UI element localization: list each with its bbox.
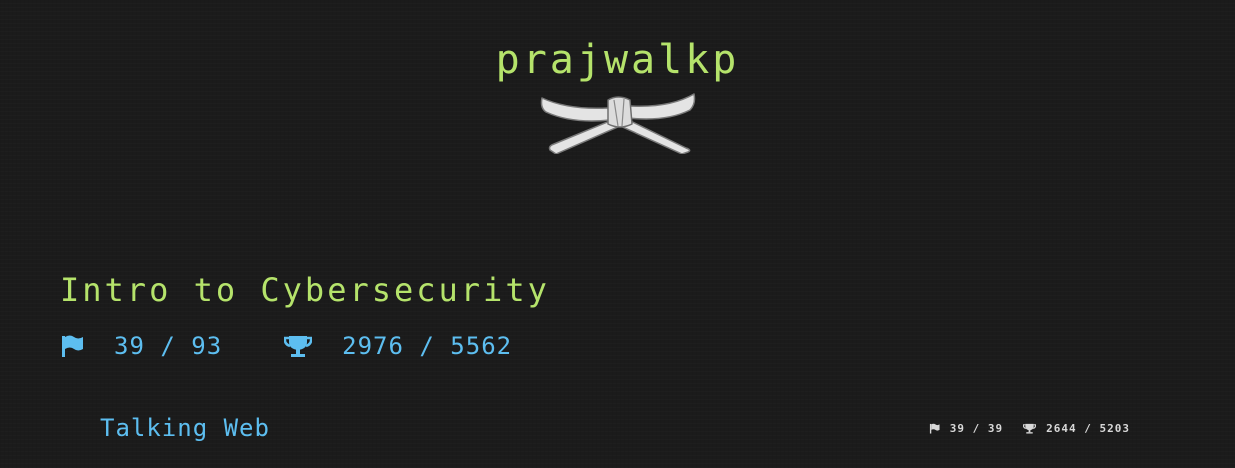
white-belt-icon — [540, 93, 695, 154]
flag-icon — [929, 423, 940, 434]
profile-header: prajwalkp — [0, 36, 1235, 154]
course-points-stat: 2976 / 5562 — [284, 330, 512, 362]
module-flags-stat: 39 / 39 — [929, 422, 1003, 435]
module-stats: 39 / 39 2644 / 5203 — [929, 422, 1130, 435]
module-points-value: 2644 / 5203 — [1046, 421, 1130, 435]
module-row[interactable]: Talking Web 39 / 39 2644 / 5203 — [100, 410, 1130, 446]
module-flags-value: 39 / 39 — [949, 421, 1004, 435]
course-flags-value: 39 / 93 — [114, 332, 223, 360]
module-link-talking-web[interactable]: Talking Web — [100, 414, 270, 442]
trophy-icon — [284, 336, 313, 357]
flag-icon — [62, 335, 83, 357]
course-flags-stat: 39 / 93 — [60, 330, 222, 362]
module-points-stat: 2644 / 5203 — [1023, 422, 1130, 435]
username: prajwalkp — [495, 37, 740, 83]
course-points-value: 2976 / 5562 — [342, 332, 513, 360]
course-title: Intro to Cybersecurity — [60, 271, 550, 309]
course-stats: 39 / 93 2976 / 5562 — [60, 330, 512, 362]
trophy-icon — [1023, 423, 1037, 434]
